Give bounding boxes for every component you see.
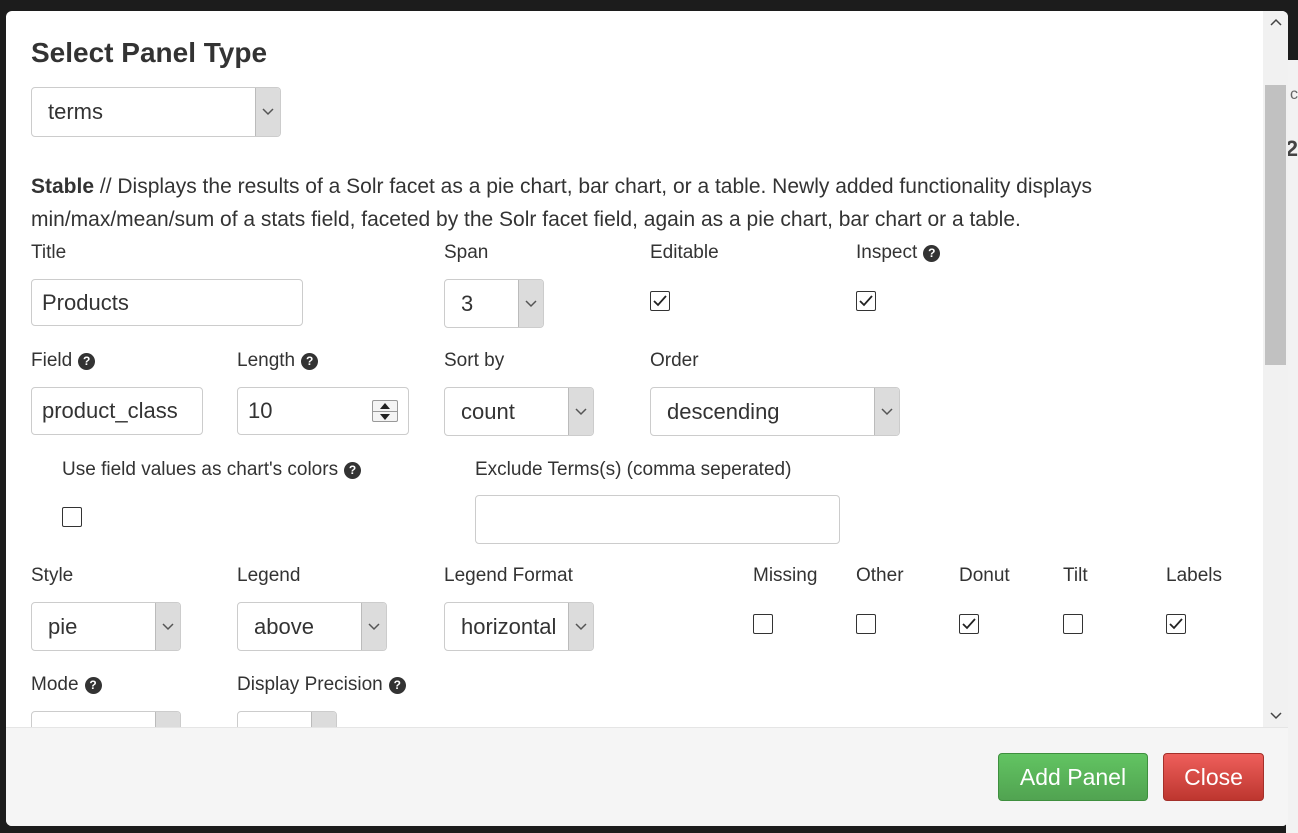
modal-title: Select Panel Type [31, 37, 268, 68]
scrollbar-thumb[interactable] [1265, 85, 1286, 365]
span-label: Span [444, 242, 489, 263]
span-value: 3 [461, 290, 474, 316]
span-select[interactable]: 3 [444, 279, 544, 328]
sort-by-label: Sort by [444, 350, 505, 371]
legend-format-label: Legend Format [444, 565, 573, 586]
modal-scrollbar[interactable] [1263, 11, 1288, 727]
stability-badge: Stable [31, 175, 95, 198]
mode-select[interactable] [31, 711, 181, 727]
display-precision-value [238, 712, 311, 727]
scroll-up-icon[interactable] [1263, 11, 1288, 33]
add-panel-button[interactable]: Add Panel [998, 753, 1148, 801]
check-icon [1169, 618, 1183, 630]
style-select[interactable]: pie [31, 602, 181, 651]
labels-label: Labels [1166, 565, 1222, 586]
tilt-label: Tilt [1063, 565, 1088, 586]
editable-label: Editable [650, 242, 719, 263]
donut-checkbox[interactable] [959, 614, 979, 634]
inspect-label: Inspect? [856, 242, 941, 264]
mode-label: Mode? [31, 674, 102, 696]
chevron-down-icon [155, 603, 180, 650]
chevron-down-icon [568, 388, 593, 435]
exclude-terms-input[interactable] [475, 495, 840, 544]
legend-format-value: horizontal [461, 613, 557, 639]
missing-label: Missing [753, 565, 818, 586]
field-input[interactable]: product_class [31, 387, 203, 435]
add-panel-modal: Select Panel Type terms Stable // Displa… [6, 11, 1288, 826]
question-circle-icon[interactable]: ? [301, 352, 319, 370]
other-checkbox[interactable] [856, 614, 876, 634]
use-field-colors-label: Use field values as chart's colors? [62, 459, 362, 481]
length-input[interactable]: 10 [237, 387, 409, 435]
chevron-down-icon [518, 280, 543, 327]
other-label: Other [856, 565, 904, 586]
check-icon [859, 295, 873, 307]
length-value: 10 [248, 398, 273, 423]
modal-body: Select Panel Type terms Stable // Displa… [6, 11, 1260, 727]
question-circle-icon[interactable]: ? [388, 676, 406, 694]
check-icon [653, 295, 667, 307]
style-value: pie [48, 613, 78, 639]
title-input[interactable]: Products [31, 279, 303, 326]
question-circle-icon[interactable]: ? [84, 676, 102, 694]
panel-type-select[interactable]: terms [31, 87, 281, 137]
chevron-down-icon [311, 712, 336, 727]
close-button[interactable]: Close [1163, 753, 1264, 801]
number-stepper[interactable] [372, 400, 398, 422]
legend-select[interactable]: above [237, 602, 387, 651]
mode-value [32, 712, 155, 727]
check-icon [962, 618, 976, 630]
chevron-down-icon [255, 88, 280, 136]
display-precision-select[interactable] [237, 711, 337, 727]
question-circle-icon[interactable]: ? [344, 461, 362, 479]
question-circle-icon[interactable]: ? [78, 352, 96, 370]
exclude-terms-label: Exclude Terms(s) (comma seperated) [475, 459, 792, 480]
stepper-divider [373, 411, 397, 412]
legend-label: Legend [237, 565, 301, 586]
chevron-down-icon [874, 388, 899, 435]
legend-format-select[interactable]: horizontal [444, 602, 594, 651]
stepper-down-icon[interactable] [380, 414, 390, 420]
chevron-down-icon [155, 712, 180, 727]
title-label: Title [31, 242, 67, 263]
inspect-checkbox[interactable] [856, 291, 876, 311]
use-field-colors-checkbox[interactable] [62, 507, 82, 527]
length-label: Length? [237, 350, 319, 372]
sort-by-value: count [461, 398, 515, 424]
labels-checkbox[interactable] [1166, 614, 1186, 634]
modal-footer: Add Panel Close [6, 727, 1288, 826]
order-value: descending [667, 398, 780, 424]
order-select[interactable]: descending [650, 387, 900, 436]
order-label: Order [650, 350, 699, 371]
display-precision-label: Display Precision? [237, 674, 406, 696]
legend-value: above [254, 613, 314, 639]
backdrop-text-fragment: c [1290, 86, 1298, 103]
editable-checkbox[interactable] [650, 291, 670, 311]
chevron-down-icon [568, 603, 593, 650]
chevron-down-icon [361, 603, 386, 650]
panel-type-value: terms [48, 99, 103, 124]
missing-checkbox[interactable] [753, 614, 773, 634]
tilt-checkbox[interactable] [1063, 614, 1083, 634]
question-circle-icon[interactable]: ? [923, 244, 941, 262]
stepper-up-icon[interactable] [380, 403, 390, 409]
field-label: Field? [31, 350, 96, 372]
scroll-down-icon[interactable] [1263, 705, 1288, 727]
sort-by-select[interactable]: count [444, 387, 594, 436]
style-label: Style [31, 565, 74, 586]
description-text: // Displays the results of a Solr facet … [31, 175, 1093, 231]
panel-description: Stable // Displays the results of a Solr… [31, 170, 1236, 236]
donut-label: Donut [959, 565, 1010, 586]
